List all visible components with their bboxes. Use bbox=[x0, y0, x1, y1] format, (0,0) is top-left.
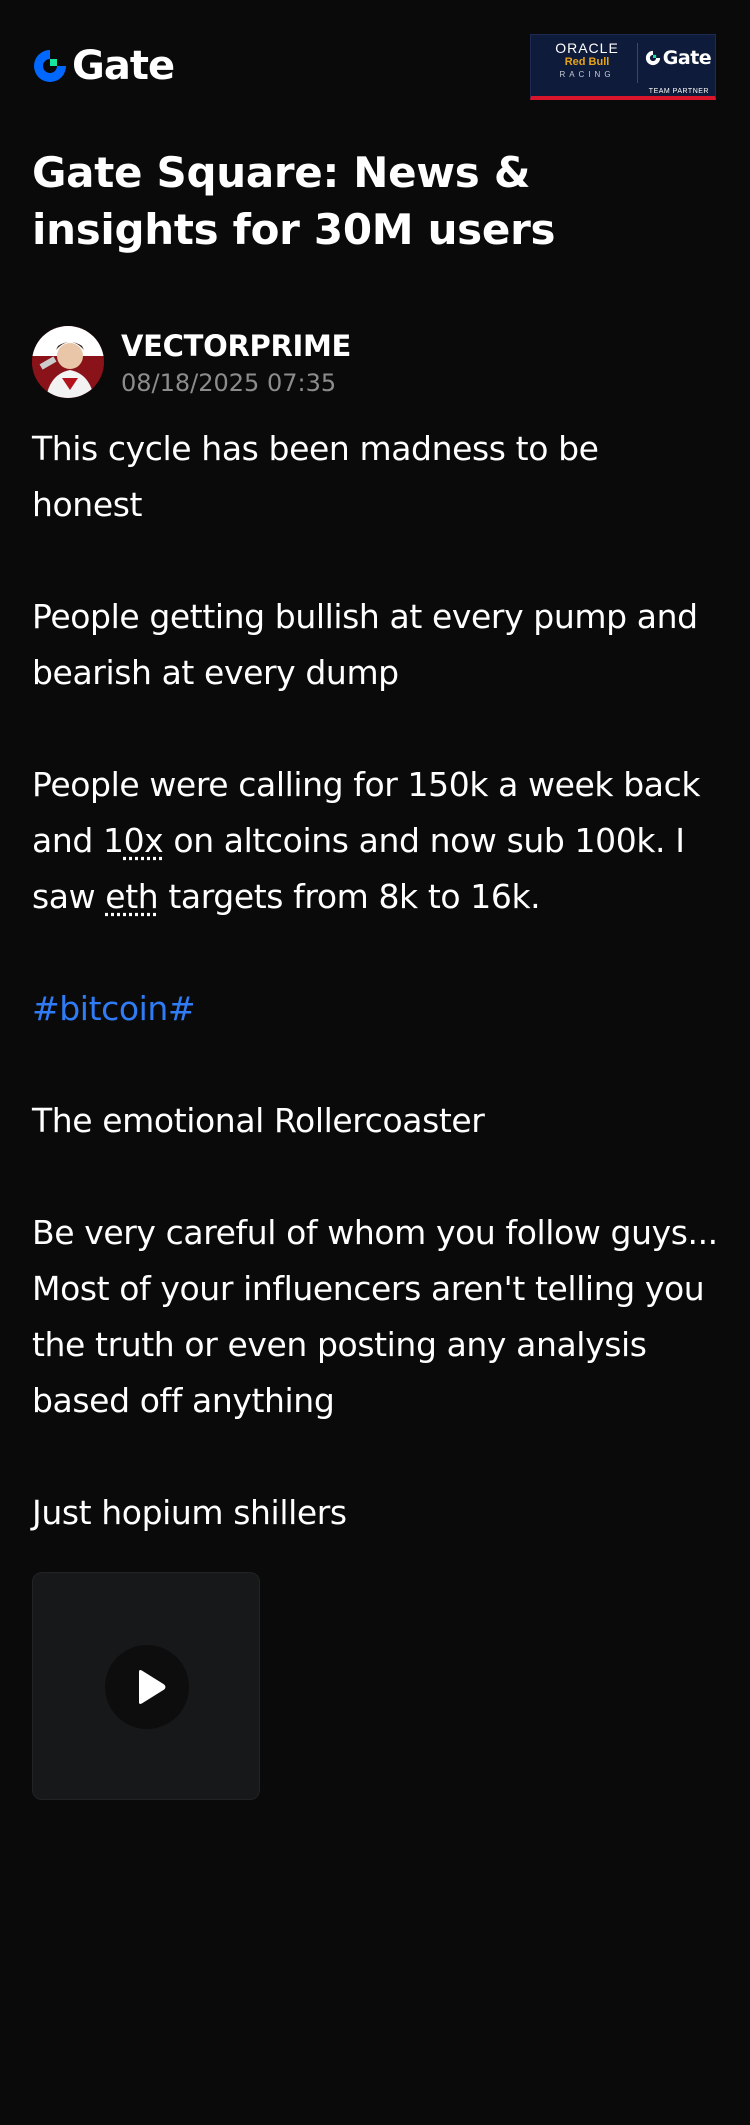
redbull-racing-logo: ORACLE Red Bull RACING bbox=[539, 41, 635, 81]
post-paragraph: People getting bullish at every pump and… bbox=[32, 597, 698, 692]
oracle-label: ORACLE bbox=[555, 40, 619, 56]
post-paragraph: Be very careful of whom you follow guys.… bbox=[32, 1205, 722, 1429]
post-line: Most of your influencers aren't telling … bbox=[32, 1269, 705, 1308]
logo-text: Gate bbox=[72, 43, 175, 89]
post-timestamp: 08/18/2025 07:35 bbox=[121, 369, 337, 397]
badge-divider bbox=[637, 43, 638, 83]
site-header: Gate ORACLE Red Bull RACING Gate TEAM PA… bbox=[32, 34, 716, 100]
post-paragraph: Just hopium shillers bbox=[32, 1493, 347, 1532]
post-line: the truth or even posting any analysis bbox=[32, 1325, 647, 1364]
avatar[interactable] bbox=[32, 326, 104, 398]
redbull-label: Red Bull bbox=[564, 56, 610, 68]
ticker-link[interactable]: eth bbox=[105, 877, 158, 916]
post-paragraph: This cycle has been madness to be honest bbox=[32, 429, 599, 524]
post-content: This cycle has been madness to be honest… bbox=[32, 421, 722, 1541]
gate-logo[interactable]: Gate bbox=[32, 43, 175, 89]
racing-label: RACING bbox=[559, 70, 615, 79]
post-line: People were calling for 150k a week back bbox=[32, 765, 701, 804]
avatar-image bbox=[32, 326, 104, 398]
post-line: targets from 8k to 16k. bbox=[158, 877, 541, 916]
hashtag-paragraph: #bitcoin# bbox=[32, 981, 722, 1037]
author-name[interactable]: VECTORPRIME bbox=[121, 328, 351, 364]
gate-logo-icon bbox=[645, 50, 660, 66]
play-icon bbox=[139, 1670, 166, 1704]
hashtag-link[interactable]: #bitcoin# bbox=[32, 989, 196, 1028]
ticker-link[interactable]: 0x bbox=[124, 821, 164, 860]
partner-gate-text: Gate bbox=[662, 47, 712, 69]
team-partner-badge: ORACLE Red Bull RACING Gate TEAM PARTNER bbox=[530, 34, 716, 100]
post-line: Be very careful of whom you follow guys.… bbox=[32, 1213, 718, 1252]
post-paragraph: The emotional Rollercoaster bbox=[32, 1101, 485, 1140]
video-thumbnail[interactable] bbox=[32, 1572, 260, 1800]
post-line: based off anything bbox=[32, 1381, 335, 1420]
partner-gate-logo: Gate bbox=[641, 47, 715, 69]
post-line: and 1 bbox=[32, 821, 124, 860]
post-author: VECTORPRIME 08/18/2025 07:35 bbox=[32, 326, 718, 402]
post-paragraph: People were calling for 150k a week back… bbox=[32, 757, 722, 925]
post-line: saw bbox=[32, 877, 106, 916]
team-partner-caption: TEAM PARTNER bbox=[648, 88, 709, 95]
post-line: on altcoins and now sub 100k. I bbox=[163, 821, 685, 860]
play-button[interactable] bbox=[105, 1645, 189, 1729]
gate-logo-icon bbox=[34, 50, 66, 82]
page-title: Gate Square: News & insights for 30M use… bbox=[32, 148, 556, 254]
